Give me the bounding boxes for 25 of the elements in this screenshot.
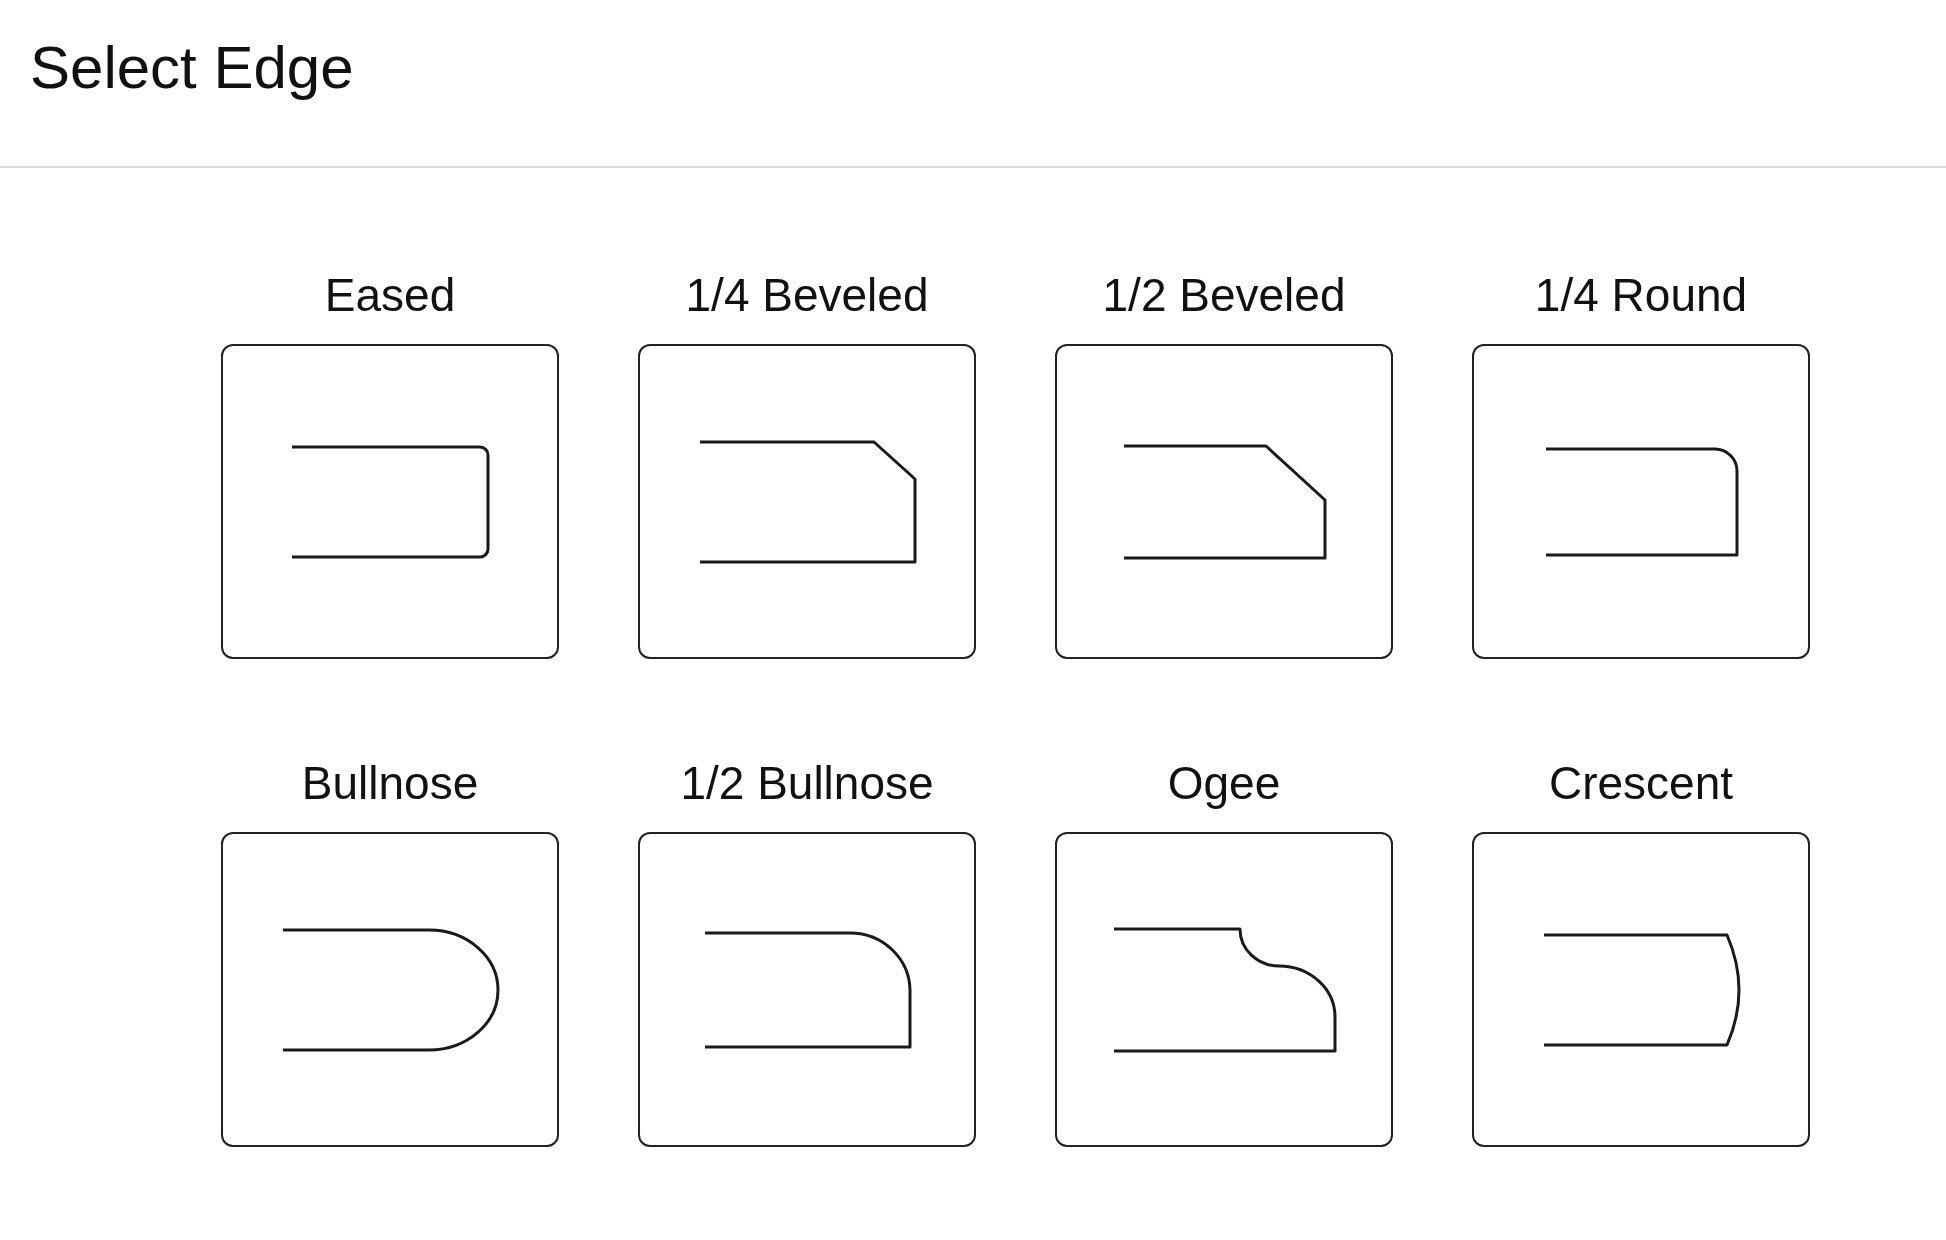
edge-option-card[interactable] <box>1472 344 1810 660</box>
edge-option-card[interactable] <box>1472 832 1810 1148</box>
edge-option-label: Eased <box>324 268 456 323</box>
edge-profile-icon <box>290 444 490 559</box>
edge-option-label: 1/2 Bullnose <box>680 756 934 812</box>
edge-option-card[interactable] <box>221 344 559 660</box>
edge-option-label: 1/2 Beveled <box>1102 268 1346 323</box>
edge-profile-icon <box>1111 926 1337 1053</box>
page-title: Select Edge <box>30 33 355 103</box>
edge-profile-icon <box>1543 446 1739 557</box>
edge-profile-icon <box>702 930 912 1049</box>
edge-option-label: 1/4 Beveled <box>685 268 929 323</box>
edge-option-card[interactable] <box>638 344 976 660</box>
edge-option-card[interactable] <box>1055 344 1393 660</box>
edge-option-label: Bullnose <box>301 756 479 812</box>
edge-profile-icon <box>1541 932 1741 1047</box>
edge-option-label: Ogee <box>1167 756 1281 812</box>
edge-profile-icon <box>280 927 500 1052</box>
edge-profile-icon <box>697 439 917 564</box>
edge-option-label: 1/4 Round <box>1534 268 1748 323</box>
edge-profile-icon <box>1121 443 1327 560</box>
edge-option-card[interactable] <box>1055 832 1393 1148</box>
edge-option-label: Crescent <box>1548 756 1734 812</box>
edge-option-card[interactable] <box>221 832 559 1148</box>
edge-option-card[interactable] <box>638 832 976 1148</box>
